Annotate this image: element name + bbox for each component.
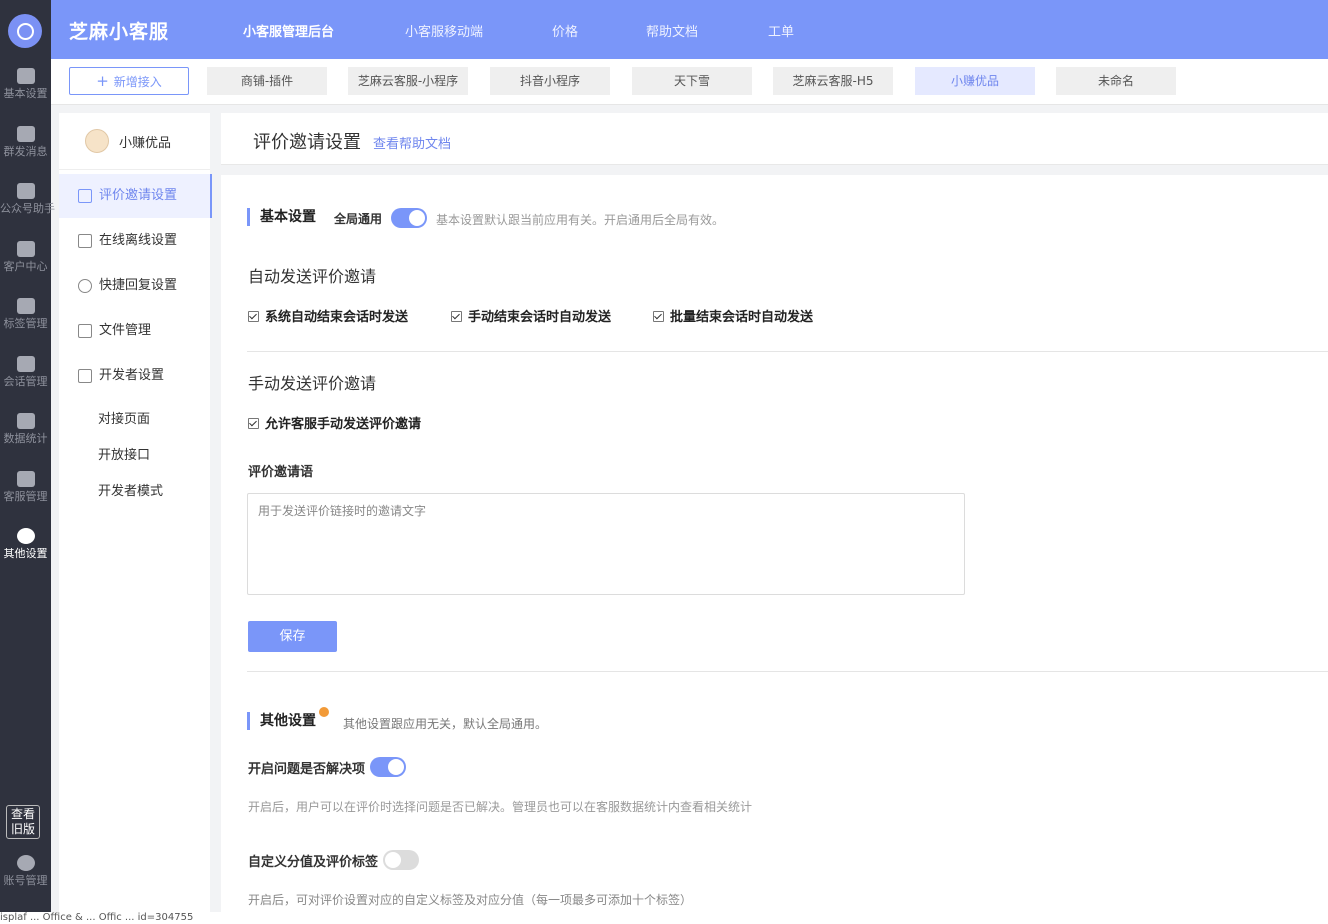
basic-settings-title: 基本设置 — [247, 208, 316, 226]
checkbox-checked-icon — [653, 311, 664, 322]
rail-item-basic-settings[interactable]: 基本设置 — [0, 68, 51, 101]
auto-option-system-checkbox[interactable]: 系统自动结束会话时发送 — [248, 306, 408, 325]
invite-text-input[interactable] — [247, 493, 965, 595]
sidebar-item-developer[interactable]: 开发者设置 — [59, 354, 210, 398]
quick-reply-icon — [78, 279, 92, 293]
nav-admin[interactable]: 小客服管理后台 — [243, 21, 334, 40]
grid-icon — [16, 68, 35, 84]
resolved-question-hint: 开启后，用户可以在评价时选择问题是否已解决。管理员也可以在客服数据统计内查看相关… — [248, 800, 753, 814]
sidebar-subitem-dev-mode[interactable]: 开发者模式 — [98, 480, 163, 499]
app-tab-strip: + 新增接入 商铺-插件 芝麻云客服-小程序 抖音小程序 天下雪 芝麻云客服-H5… — [51, 59, 1328, 105]
folder-icon — [78, 324, 92, 338]
sidebar-item-online-offline[interactable]: 在线离线设置 — [59, 219, 210, 263]
invite-text-label: 评价邀请语 — [248, 465, 314, 480]
resolved-question-label: 开启问题是否解决项 — [248, 762, 366, 777]
share-icon — [78, 189, 92, 203]
nav-help-docs[interactable]: 帮助文档 — [646, 21, 698, 40]
app-logo-icon[interactable] — [8, 14, 42, 48]
bar-chart-icon — [16, 413, 35, 429]
app-avatar — [85, 129, 109, 153]
rail-item-agents[interactable]: 客服管理 — [0, 471, 51, 504]
rail-item-account[interactable]: 账号管理 — [0, 855, 51, 888]
sidebar-item-quick-reply[interactable]: 快捷回复设置 — [59, 264, 210, 308]
sidebar-header: 小赚优品 — [59, 113, 210, 170]
developer-icon — [78, 369, 92, 383]
app-rail: 基本设置 群发消息 公众号助手 客户中心 标签管理 会话管理 数据统计 客服管理… — [0, 0, 55, 924]
auto-option-manual-checkbox[interactable]: 手动结束会话时自动发送 — [451, 306, 611, 325]
nav-mobile[interactable]: 小客服移动端 — [405, 21, 483, 40]
settings-sidebar: 小赚优品 评价邀请设置 在线离线设置 快捷回复设置 文件管理 开发者设置 对接页… — [59, 113, 212, 924]
custom-score-toggle[interactable] — [383, 850, 419, 870]
custom-score-label: 自定义分值及评价标签 — [248, 855, 379, 870]
rail-item-statistics[interactable]: 数据统计 — [0, 413, 51, 446]
gear-icon — [16, 528, 35, 544]
sidebar-subitem-integration-page[interactable]: 对接页面 — [98, 408, 150, 427]
users-icon — [16, 241, 35, 257]
page-header: 评价邀请设置 查看帮助文档 — [221, 113, 1328, 165]
plus-icon: + — [96, 72, 109, 90]
rail-item-broadcast[interactable]: 群发消息 — [0, 126, 51, 159]
global-toggle[interactable] — [391, 208, 427, 228]
status-bar: isplaf ... Office & ... Offic ... id=304… — [0, 912, 1328, 924]
sidebar-item-files[interactable]: 文件管理 — [59, 309, 210, 353]
user-icon — [16, 855, 35, 871]
tab-app[interactable]: 天下雪 — [632, 67, 752, 95]
global-toggle-label: 全局通用 — [334, 212, 383, 226]
other-settings-hint: 其他设置跟应用无关，默认全局通用。 — [343, 717, 548, 731]
checkbox-checked-icon — [451, 311, 462, 322]
tab-app[interactable]: 商铺-插件 — [207, 67, 327, 95]
rail-item-other-settings[interactable]: 其他设置 — [0, 528, 51, 561]
monitor-icon — [78, 234, 92, 248]
tab-app[interactable]: 抖音小程序 — [490, 67, 610, 95]
save-button[interactable]: 保存 — [248, 621, 337, 652]
tab-app[interactable]: 芝麻云客服-小程序 — [348, 67, 468, 95]
old-version-button[interactable]: 查看旧版 — [6, 805, 40, 839]
auto-option-batch-checkbox[interactable]: 批量结束会话时自动发送 — [653, 306, 813, 325]
settings-panel: 基本设置 全局通用 基本设置默认跟当前应用有关。开启通用后全局有效。 自动发送评… — [221, 175, 1328, 924]
paper-plane-icon — [16, 126, 35, 142]
tab-app-active[interactable]: 小赚优品 — [915, 67, 1035, 95]
auto-send-heading: 自动发送评价邀请 — [248, 267, 377, 286]
basic-settings-hint: 基本设置默认跟当前应用有关。开启通用后全局有效。 — [436, 213, 725, 227]
tab-app[interactable]: 芝麻云客服-H5 — [773, 67, 893, 95]
sidebar-subitem-open-api[interactable]: 开放接口 — [98, 444, 150, 463]
top-navbar: 芝麻小客服 小客服管理后台 小客服移动端 价格 帮助文档 工单 — [51, 0, 1328, 59]
checkbox-checked-icon — [248, 311, 259, 322]
page-title: 评价邀请设置 — [253, 132, 361, 153]
resolved-question-toggle[interactable] — [370, 757, 406, 777]
sidebar-app-title: 小赚优品 — [119, 136, 172, 151]
brand-title: 芝麻小客服 — [69, 21, 170, 43]
help-doc-link[interactable]: 查看帮助文档 — [373, 133, 451, 152]
allow-manual-invite-checkbox[interactable]: 允许客服手动发送评价邀请 — [248, 413, 421, 432]
rail-item-tags[interactable]: 标签管理 — [0, 298, 51, 331]
section-divider — [247, 671, 1328, 672]
vip-badge-icon — [319, 707, 329, 717]
checkbox-checked-icon — [248, 418, 259, 429]
rail-item-official-account[interactable]: 公众号助手 — [0, 183, 55, 216]
add-integration-button[interactable]: + 新增接入 — [69, 67, 189, 95]
chat-icon — [16, 356, 35, 372]
manual-send-heading: 手动发送评价邀请 — [248, 374, 377, 393]
other-settings-title: 其他设置 — [247, 707, 329, 730]
sidebar-item-review-invite[interactable]: 评价邀请设置 — [59, 174, 212, 218]
rail-item-customers[interactable]: 客户中心 — [0, 241, 51, 274]
tab-app[interactable]: 未命名 — [1056, 67, 1176, 95]
nav-tickets[interactable]: 工单 — [768, 21, 794, 40]
rail-item-sessions[interactable]: 会话管理 — [0, 356, 51, 389]
nav-pricing[interactable]: 价格 — [552, 21, 578, 40]
custom-score-hint: 开启后，可对评价设置对应的自定义标签及对应分值（每一项最多可添加十个标签） — [248, 893, 693, 907]
tag-icon — [16, 298, 35, 314]
wechat-icon — [16, 183, 35, 199]
robot-icon — [16, 471, 35, 487]
section-divider — [247, 351, 1328, 352]
